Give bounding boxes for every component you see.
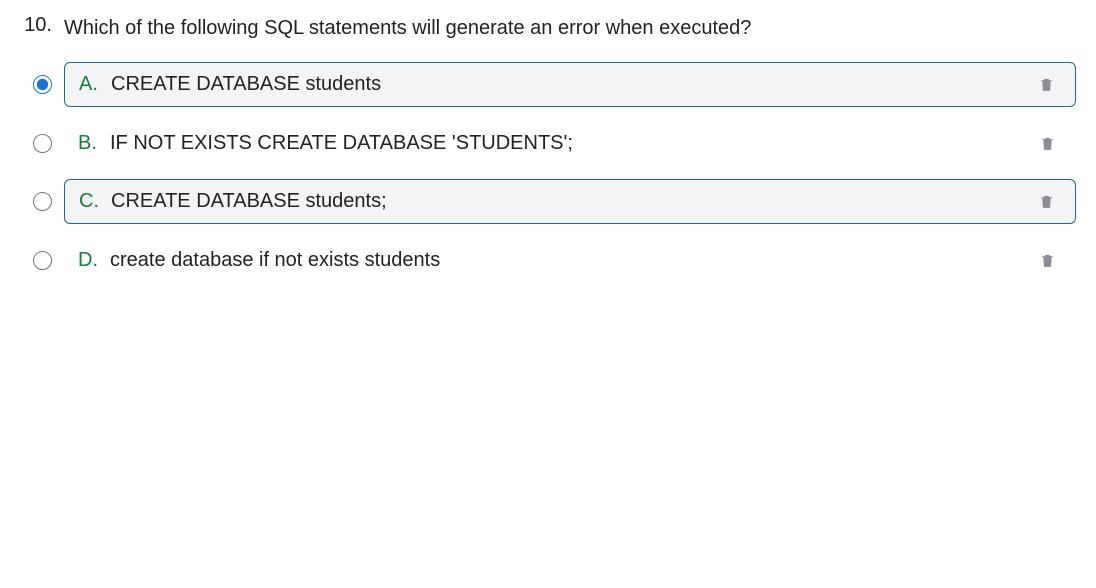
question-content: Which of the following SQL statements wi… — [64, 12, 1076, 282]
radio-wrap — [28, 192, 56, 211]
delete-option-a[interactable] — [1031, 75, 1061, 94]
radio-option-c[interactable] — [33, 192, 52, 211]
option-text: CREATE DATABASE students; — [111, 190, 1031, 213]
trash-icon — [1039, 134, 1056, 153]
option-row-a: A. CREATE DATABASE students — [28, 62, 1076, 107]
question-container: 10. Which of the following SQL statement… — [20, 12, 1076, 282]
delete-option-c[interactable] — [1031, 192, 1061, 211]
option-row-d: D. create database if not exists student… — [28, 238, 1076, 282]
option-row-b: B. IF NOT EXISTS CREATE DATABASE 'STUDEN… — [28, 121, 1076, 165]
option-text: IF NOT EXISTS CREATE DATABASE 'STUDENTS'… — [110, 132, 1032, 155]
question-text: Which of the following SQL statements wi… — [64, 12, 1076, 44]
option-letter: C. — [79, 190, 103, 213]
option-row-c: C. CREATE DATABASE students; — [28, 179, 1076, 224]
option-box-c[interactable]: C. CREATE DATABASE students; — [64, 179, 1076, 224]
radio-wrap — [28, 75, 56, 94]
radio-wrap — [28, 134, 56, 153]
radio-wrap — [28, 251, 56, 270]
delete-option-d[interactable] — [1032, 251, 1062, 270]
option-box-b[interactable]: B. IF NOT EXISTS CREATE DATABASE 'STUDEN… — [64, 121, 1076, 165]
option-box-d[interactable]: D. create database if not exists student… — [64, 238, 1076, 282]
delete-option-b[interactable] — [1032, 134, 1062, 153]
trash-icon — [1039, 251, 1056, 270]
trash-icon — [1038, 192, 1055, 211]
question-number: 10. — [20, 12, 52, 37]
option-text: create database if not exists students — [110, 249, 1032, 272]
option-box-a[interactable]: A. CREATE DATABASE students — [64, 62, 1076, 107]
options-list: A. CREATE DATABASE students B. IF NOT EX… — [28, 62, 1076, 282]
radio-option-d[interactable] — [33, 251, 52, 270]
option-letter: B. — [78, 132, 102, 155]
option-letter: D. — [78, 249, 102, 272]
radio-option-a[interactable] — [33, 75, 52, 94]
radio-option-b[interactable] — [33, 134, 52, 153]
trash-icon — [1038, 75, 1055, 94]
option-letter: A. — [79, 73, 103, 96]
option-text: CREATE DATABASE students — [111, 73, 1031, 96]
